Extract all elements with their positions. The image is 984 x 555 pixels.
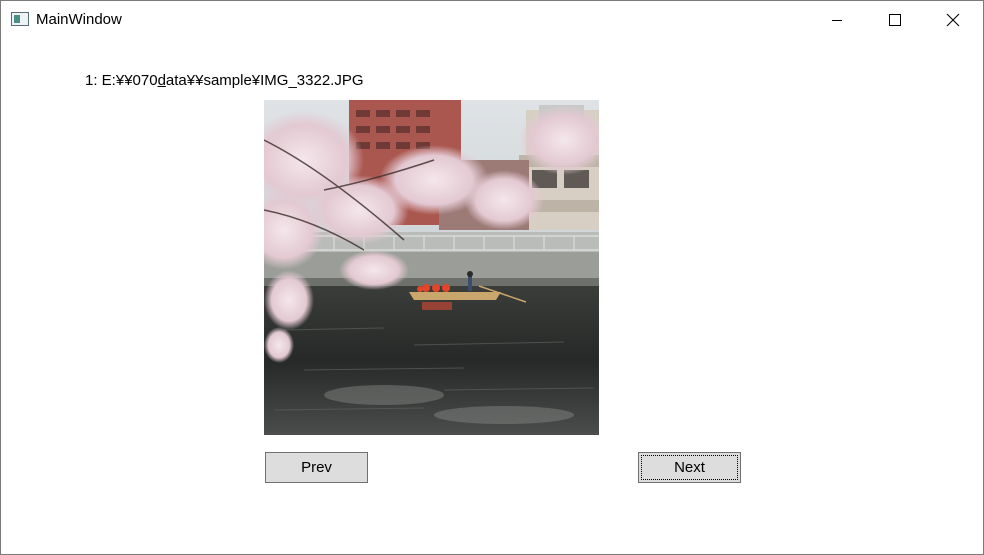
maximize-button[interactable] <box>872 1 918 39</box>
next-button[interactable]: Next <box>638 452 741 483</box>
file-path-prefix: 1: E:¥¥070 <box>85 72 158 89</box>
prev-button[interactable]: Prev <box>265 452 368 483</box>
minimize-icon <box>832 20 842 21</box>
minimize-button[interactable] <box>814 1 860 39</box>
file-path-label: 1: E:¥¥070data¥¥sample¥IMG_3322.JPG <box>85 72 364 90</box>
file-path-suffix: ata¥¥sample¥IMG_3322.JPG <box>165 72 364 89</box>
app-window-icon <box>11 12 29 26</box>
title-bar[interactable]: MainWindow <box>1 1 983 39</box>
close-button[interactable] <box>930 1 976 39</box>
main-window: MainWindow 1: E:¥¥070data¥¥sample¥IMG_33… <box>0 0 984 555</box>
maximize-icon <box>889 14 901 26</box>
close-icon <box>946 13 960 27</box>
photo-image <box>264 100 599 435</box>
file-path-access-key: d <box>157 72 166 89</box>
window-title: MainWindow <box>36 11 122 28</box>
